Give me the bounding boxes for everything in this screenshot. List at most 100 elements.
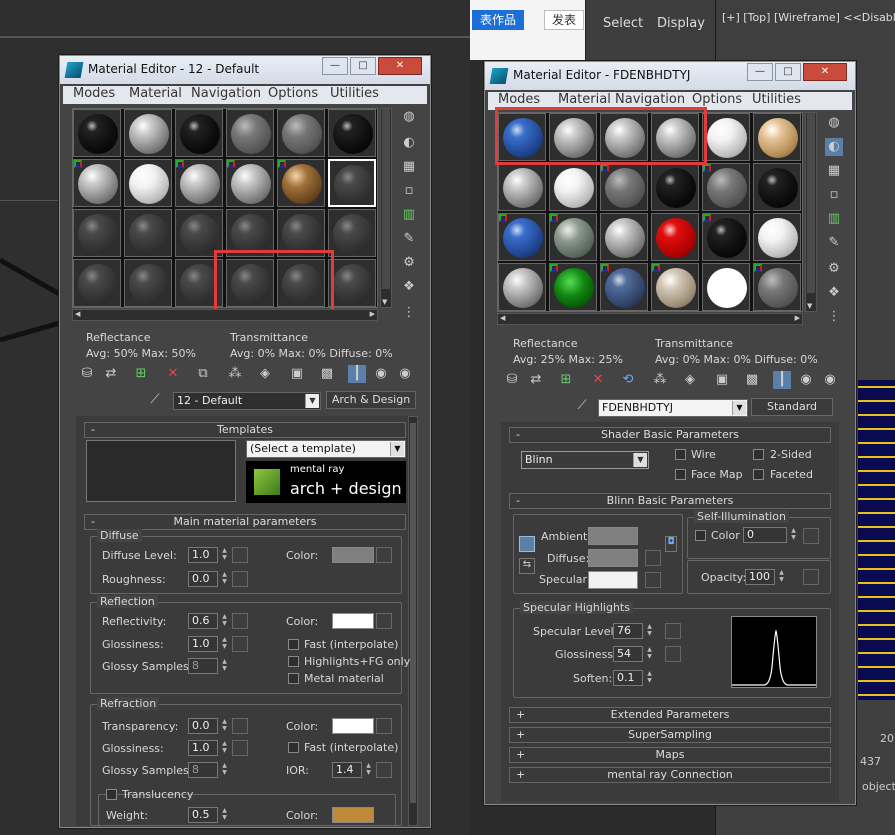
templates-rollout-header[interactable]: - Templates [84,422,406,438]
go-forward-sibling-icon[interactable]: ◉ [797,371,815,389]
video-color-icon[interactable]: ▥ [400,206,418,224]
left-material-editor[interactable]: Material Editor - 12 - Default — □ ✕ Mod… [59,55,431,828]
tab-display[interactable]: Display [657,16,705,31]
reflectivity-input[interactable]: 0.6 [188,613,218,629]
transparency-map-button[interactable] [232,718,248,734]
material-id-channel-icon[interactable]: ◈ [256,365,274,383]
roughness-spinner[interactable]: ▲ ▼ [220,571,229,587]
menu-navigation[interactable]: Navigation [615,92,685,107]
show-map-in-viewport-icon[interactable]: ▣ [288,365,306,383]
self-illum-color-checkbox[interactable] [695,530,706,541]
two-sided-checkbox[interactable] [753,449,764,460]
show-map-in-viewport-icon[interactable]: ▣ [713,371,731,389]
right-material-editor[interactable]: Material Editor - FDENBHDTYJ — □ ✕ Modes… [484,61,856,805]
minimize-button[interactable]: — [747,63,773,81]
sample-slot[interactable] [753,213,801,261]
sample-slot[interactable] [277,109,325,157]
sample-slot[interactable] [73,159,121,207]
diffuse-level-spinner[interactable]: ▲ ▼ [220,547,229,563]
sample-slot[interactable] [651,163,699,211]
sample-slot[interactable] [498,163,546,211]
material-type-button[interactable]: Arch & Design [326,391,416,409]
opacity-input[interactable]: 100 [745,569,775,585]
glossy-samples-input[interactable]: 8 [188,658,218,674]
specular-level-map-button[interactable] [665,623,681,639]
sample-slot[interactable] [73,109,121,157]
show-end-result-icon[interactable]: ▩ [318,365,336,383]
options-icon[interactable]: ⚙ [825,260,843,278]
material-options-icon[interactable]: ◉ [396,365,414,383]
left-title-bar[interactable]: Material Editor - 12 - Default — □ ✕ [60,56,430,84]
sample-slot[interactable] [702,163,750,211]
translucency-color-swatch[interactable] [332,807,374,823]
sample-slot[interactable] [651,263,699,311]
slot-hscrollbar[interactable]: ◀ ▶ [497,313,803,325]
material-type-button[interactable]: Standard [751,398,833,416]
menu-navigation[interactable]: Navigation [191,86,261,101]
sample-uv-icon[interactable]: ▫ [400,182,418,200]
specular-color-swatch[interactable] [588,571,638,589]
slot-vscrollbar[interactable]: ▼ [380,108,392,308]
material-name-field[interactable]: 12 - Default ▼ [173,392,321,410]
sample-slot[interactable] [73,259,121,307]
rollout-scrollbar[interactable] [408,416,418,826]
reflectivity-spinner[interactable]: ▲ ▼ [220,613,229,629]
select-by-material-icon[interactable]: ❖ [825,284,843,302]
blinn-rollout-header[interactable]: - Blinn Basic Parameters [509,493,831,509]
diffuse-level-map-button[interactable] [232,547,248,563]
backlight-icon[interactable]: ◐ [825,138,843,156]
self-illum-map-button[interactable] [803,528,819,544]
material-map-nav-icon[interactable]: ⋮ [400,304,418,322]
make-preview-icon[interactable]: ✎ [825,234,843,252]
soften-input[interactable]: 0.1 [613,670,643,686]
close-button[interactable]: ✕ [803,63,847,81]
sample-slot[interactable] [124,109,172,157]
main-params-rollout-header[interactable]: - Main material parameters [84,514,406,530]
refraction-color-map-button[interactable] [376,718,392,734]
fast-interpolate-checkbox[interactable] [288,639,299,650]
make-unique-icon[interactable]: ⧉ [194,365,212,383]
slot-vscrollbar[interactable]: ▼ [805,112,817,312]
metal-material-checkbox[interactable] [288,673,299,684]
glossiness-input[interactable]: 1.0 [188,636,218,652]
ior-input[interactable]: 1.4 [332,762,362,778]
sample-slot[interactable] [226,159,274,207]
sample-slot[interactable] [175,159,223,207]
sample-slot[interactable] [651,213,699,261]
specular-level-spinner[interactable]: ▲ ▼ [645,623,654,639]
weight-input[interactable]: 0.5 [188,807,218,823]
video-color-icon[interactable]: ▥ [825,210,843,228]
get-material-icon[interactable]: ⛁ [78,365,96,383]
glossy-samples-spinner[interactable]: ▲ ▼ [220,658,229,674]
reset-map-icon[interactable]: ✕ [589,371,607,389]
sample-slot[interactable] [600,163,648,211]
options-icon[interactable]: ⚙ [400,254,418,272]
sample-slot[interactable] [702,263,750,311]
sample-slot[interactable] [702,113,750,161]
sample-slot-active[interactable] [328,159,376,207]
transparency-input[interactable]: 0.0 [188,718,218,734]
translucency-checkbox[interactable] [106,789,117,800]
reset-map-icon[interactable]: ✕ [164,365,182,383]
extended-params-rollout[interactable]: + Extended Parameters [509,707,831,723]
sample-slot[interactable] [498,263,546,311]
material-id-channel-icon[interactable]: ◈ [681,371,699,389]
menu-options[interactable]: Options [268,86,318,101]
material-name-field[interactable]: FDENBHDTYJ ▼ [598,399,748,417]
refraction-color-swatch[interactable] [332,718,374,734]
mental-ray-connection-rollout[interactable]: + mental ray Connection [509,767,831,783]
right-title-bar[interactable]: Material Editor - FDENBHDTYJ — □ ✕ [485,62,855,90]
maximize-button[interactable]: □ [775,63,801,81]
shader-rollout-header[interactable]: - Shader Basic Parameters [509,427,831,443]
sample-slot[interactable] [226,109,274,157]
backlight-icon[interactable]: ◐ [400,134,418,152]
sample-slot[interactable] [600,263,648,311]
diffuse-color-map-button[interactable] [376,547,392,563]
sample-slot[interactable] [753,163,801,211]
refraction-fast-checkbox[interactable] [288,742,299,753]
go-to-parent-icon[interactable]: ┃ [348,365,366,383]
go-to-parent-icon[interactable]: ┃ [773,371,791,389]
lock-diffuse-specular-button[interactable]: ⇆ [519,558,535,574]
highlights-fg-checkbox[interactable] [288,656,299,667]
put-to-scene-icon[interactable]: ⇄ [102,365,120,383]
